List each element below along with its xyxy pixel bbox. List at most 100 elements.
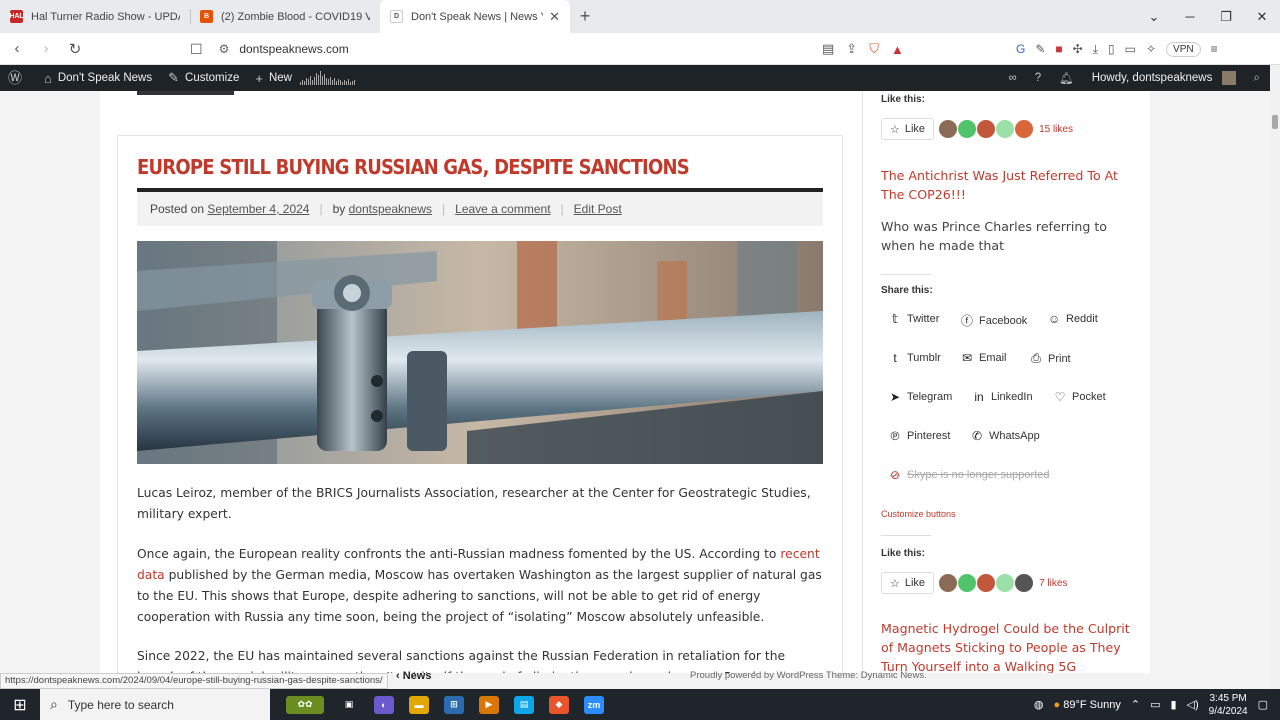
customize-link[interactable]: ✎ Customize (160, 65, 247, 91)
brave-browser-icon[interactable]: ◆ (549, 695, 569, 714)
help-globe-icon[interactable]: ◍ (1034, 698, 1044, 711)
post-title[interactable]: EUROPE STILL BUYING RUSSIAN GAS, DESPITE… (137, 156, 690, 180)
back-icon[interactable]: ‹ (5, 40, 29, 57)
howdy-account-link[interactable]: Howdy, dontspeaknews (1092, 71, 1236, 85)
share-label: Telegram (907, 391, 953, 403)
extension-red-icon[interactable]: ■ (1055, 42, 1062, 56)
wallet-icon[interactable]: ▭ (1125, 42, 1136, 56)
previous-post-button-edge[interactable] (137, 91, 234, 95)
menu-icon[interactable]: ≡ (1211, 42, 1218, 56)
notifications-bell-icon[interactable]: 🔔︎ (1059, 71, 1074, 85)
volume-icon[interactable]: ◁) (1187, 698, 1199, 711)
puzzle-icon[interactable]: ✣ (1073, 42, 1083, 56)
leave-comment-link[interactable]: Leave a comment (455, 202, 550, 216)
restore-icon[interactable]: ❐ (1208, 9, 1244, 25)
avatar[interactable] (938, 119, 959, 139)
site-content: EUROPE STILL BUYING RUSSIAN GAS, DESPITE… (100, 91, 1150, 673)
avatar[interactable] (976, 119, 997, 139)
page-scrollbar[interactable] (1270, 65, 1280, 689)
likes-count[interactable]: 7 likes (1039, 578, 1067, 589)
like-button[interactable]: ☆ Like (881, 118, 935, 140)
sidebar-icon[interactable]: ▯ (1108, 42, 1115, 56)
share-whatsapp-button[interactable]: ✆ WhatsApp (971, 429, 1040, 443)
media-app-icon[interactable]: ▶ (479, 695, 499, 714)
share-reddit-button[interactable]: ☺ Reddit (1048, 312, 1098, 326)
avatar[interactable] (1014, 119, 1035, 139)
tray-chevron-icon[interactable]: ⌃ (1131, 698, 1140, 711)
share-facebook-button[interactable]: ⓕ Facebook (961, 312, 1027, 329)
brave-rewards-icon[interactable]: ▲ (891, 42, 904, 57)
brave-shields-icon[interactable]: ⛉ (869, 41, 879, 57)
avatar[interactable] (1014, 573, 1035, 593)
download-icon[interactable]: ⤓ (1093, 42, 1098, 57)
author-link[interactable]: dontspeaknews (349, 202, 432, 216)
share-print-button[interactable]: ⎙ Print (1030, 351, 1070, 366)
paragraph-text: Once again, the European reality confron… (137, 547, 781, 561)
taskbar-search[interactable]: ⌕ Type here to search (40, 689, 270, 720)
customize-buttons-link[interactable]: Customize buttons (881, 509, 956, 519)
new-tab-button[interactable]: + (570, 0, 600, 33)
avatar[interactable] (957, 573, 978, 593)
avatar[interactable] (995, 573, 1016, 593)
photos-app-icon[interactable]: ▤ (514, 695, 534, 714)
share-pocket-button[interactable]: ♡ Pocket (1054, 390, 1106, 404)
store-icon[interactable]: ⊞ (444, 695, 464, 714)
wordpress-logo-icon[interactable]: Ⓦ (0, 65, 36, 91)
tab-list-chevron-icon[interactable]: ⌄ (1136, 9, 1172, 25)
share-pinterest-button[interactable]: ℗ Pinterest (889, 429, 951, 443)
avatar[interactable] (995, 119, 1016, 139)
copilot-icon[interactable]: ◐ (374, 695, 394, 714)
reader-glasses-icon[interactable]: ∞ (1009, 72, 1017, 84)
edit-post-link[interactable]: Edit Post (574, 202, 622, 216)
share-linkedin-button[interactable]: in LinkedIn (973, 390, 1032, 404)
like-button[interactable]: ☆ Like (881, 572, 935, 594)
sun-icon: ● (1053, 698, 1061, 711)
site-name-link[interactable]: ⌂ Don't Speak News (36, 65, 160, 91)
related-post-link[interactable]: The Antichrist Was Just Referred To At T… (881, 166, 1131, 204)
tab-hal-turner[interactable]: HAL Hal Turner Radio Show - UPDATE: F (0, 0, 190, 33)
taskbar-clock[interactable]: 3:45 PM 9/4/2024 (1209, 692, 1248, 718)
close-tab-icon[interactable]: ✕ (549, 9, 560, 25)
pen-icon[interactable]: ✎ (1035, 42, 1045, 56)
zoom-app-icon[interactable]: zm (584, 695, 604, 714)
post-date-link[interactable]: September 4, 2024 (207, 202, 309, 216)
scrollbar-thumb[interactable] (1272, 115, 1278, 129)
translate-icon[interactable]: G (1016, 42, 1025, 56)
network-icon[interactable]: ▭ (1150, 698, 1160, 711)
share-label: Pinterest (907, 430, 951, 442)
stats-sparkline[interactable] (299, 71, 355, 85)
site-info-icon[interactable]: ⚙ (219, 42, 230, 56)
news-nav-link[interactable]: ‹ News (396, 670, 431, 682)
reader-mode-icon[interactable]: ▤ (822, 41, 834, 57)
share-email-button[interactable]: ✉ Email (961, 351, 1007, 365)
avatar[interactable] (938, 573, 959, 593)
share-tumblr-button[interactable]: t Tumblr (889, 351, 941, 365)
help-icon[interactable]: ? (1035, 72, 1041, 84)
share-telegram-button[interactable]: ➤ Telegram (889, 390, 952, 404)
share-twitter-button[interactable]: 𝕥 Twitter (889, 312, 939, 326)
leo-ai-icon[interactable]: ✧ (1146, 42, 1156, 56)
minimize-icon[interactable]: ─ (1172, 9, 1208, 24)
related-post-link[interactable]: Magnetic Hydrogel Could be the Culprit o… (881, 619, 1131, 673)
notification-center-icon[interactable]: ▢ (1258, 698, 1268, 711)
file-explorer-icon[interactable]: ▬ (409, 695, 429, 714)
new-content-link[interactable]: + New (247, 65, 363, 91)
close-window-icon[interactable]: ✕ (1244, 9, 1280, 25)
avatar[interactable] (976, 573, 997, 593)
avatar[interactable] (957, 119, 978, 139)
vpn-button[interactable]: VPN (1166, 41, 1201, 57)
weather-widget[interactable]: ● 89°F Sunny (1054, 699, 1121, 711)
battery-icon[interactable]: ▮ (1170, 698, 1176, 711)
likes-count[interactable]: 15 likes (1039, 124, 1073, 135)
reload-icon[interactable]: ↻ (63, 40, 87, 58)
task-view-icon[interactable]: ▣ (339, 696, 359, 714)
sunflower-app-icon[interactable]: ✿✿ (286, 695, 324, 714)
forward-icon[interactable]: › (34, 40, 58, 57)
bookmark-icon[interactable]: ☐ (190, 41, 203, 58)
tab-zombie-blood[interactable]: B (2) Zombie Blood - COVID19 Vaccin (190, 0, 380, 33)
windows-start-icon[interactable]: ⊞ (0, 695, 40, 715)
tab-dont-speak-news[interactable]: D Don't Speak News | News You' ✕ (380, 0, 570, 33)
share-icon[interactable]: ⇪ (846, 41, 857, 57)
search-icon[interactable]: ⌕ (1254, 72, 1260, 85)
sparkline-bar (317, 75, 319, 85)
